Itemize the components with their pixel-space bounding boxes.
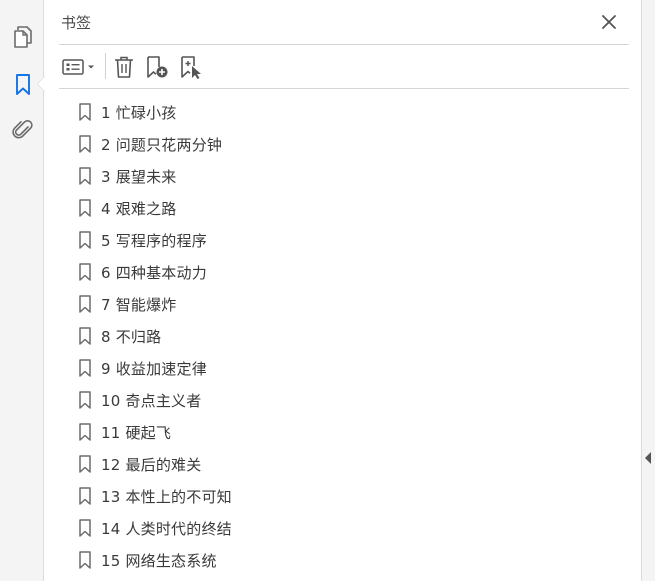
bookmark-icon [79, 231, 91, 249]
bookmark-label: 3 展望未来 [101, 168, 177, 186]
bookmark-icon [79, 295, 91, 313]
bookmark-item[interactable]: 13 本性上的不可知 [45, 480, 641, 512]
bookmark-label: 2 问题只花两分钟 [101, 136, 223, 154]
bookmark-label: 10 奇点主义者 [101, 392, 202, 410]
bookmark-icon [79, 263, 91, 281]
toolbar-separator [105, 53, 106, 79]
bookmark-item[interactable]: 5 写程序的程序 [45, 224, 641, 256]
bookmark-item[interactable]: 14 人类时代的终结 [45, 512, 641, 544]
bookmark-icon [79, 103, 91, 121]
new-bookmark-button[interactable] [145, 55, 169, 79]
bookmark-item[interactable]: 7 智能爆炸 [45, 288, 641, 320]
bookmark-label: 15 网络生态系统 [101, 552, 217, 570]
pages-icon [14, 26, 32, 48]
bookmark-label: 4 艰难之路 [101, 200, 177, 218]
bookmarks-panel: 书签 1 忙碌小孩 2 问题只花两分钟 3 展望未来 4 艰难之路 5 写程序的… [45, 0, 641, 581]
bookmark-item[interactable]: 4 艰难之路 [45, 192, 641, 224]
bookmark-label: 14 人类时代的终结 [101, 520, 232, 538]
right-pane-strip [641, 0, 655, 581]
options-menu-button[interactable] [61, 55, 97, 79]
bookmark-item[interactable]: 15 网络生态系统 [45, 544, 641, 576]
attachment-icon [12, 120, 33, 139]
bookmark-item[interactable]: 8 不归路 [45, 320, 641, 352]
expand-right-pane-icon[interactable] [645, 452, 651, 464]
bookmark-item[interactable]: 10 奇点主义者 [45, 384, 641, 416]
bookmark-label: 5 写程序的程序 [101, 232, 207, 250]
bookmarks-app: 书签 1 忙碌小孩 2 问题只花两分钟 3 展望未来 4 艰难之路 5 写程序的… [0, 0, 655, 581]
bookmark-icon [79, 487, 91, 505]
bookmark-item[interactable]: 2 问题只花两分钟 [45, 128, 641, 160]
bookmark-icon [79, 391, 91, 409]
bookmark-label: 1 忙碌小孩 [101, 104, 177, 122]
panel-header: 书签 [59, 0, 629, 45]
bookmark-label: 13 本性上的不可知 [101, 488, 232, 506]
bookmarks-toolbar [59, 45, 629, 89]
bookmark-item[interactable]: 3 展望未来 [45, 160, 641, 192]
new-bookmark-icon [147, 56, 168, 78]
bookmark-icon [79, 519, 91, 537]
close-icon [602, 15, 616, 29]
bookmark-icon [79, 167, 91, 185]
bookmark-icon [79, 327, 91, 345]
bookmark-label: 12 最后的难关 [101, 456, 202, 474]
bookmark-icon [79, 135, 91, 153]
delete-bookmark-icon [115, 56, 133, 78]
new-bookmark-from-structure-button[interactable] [179, 55, 203, 79]
bookmark-item[interactable]: 11 硬起飞 [45, 416, 641, 448]
bookmark-item[interactable]: 12 最后的难关 [45, 448, 641, 480]
bookmark-item[interactable]: 1 忙碌小孩 [45, 96, 641, 128]
delete-bookmark-button[interactable] [113, 55, 135, 79]
bookmark-icon [79, 359, 91, 377]
bookmark-label: 7 智能爆炸 [101, 296, 177, 314]
bookmarks-button[interactable] [10, 72, 36, 98]
close-panel-button[interactable] [599, 12, 619, 32]
bookmark-label: 8 不归路 [101, 328, 162, 346]
bookmark-label: 9 收益加速定律 [101, 360, 207, 378]
bookmark-icon [79, 551, 91, 569]
bookmark-icon [79, 423, 91, 441]
attachments-button[interactable] [10, 117, 36, 143]
bookmark-icon [79, 455, 91, 473]
active-pointer [38, 76, 45, 92]
page-thumbnails-button[interactable] [10, 24, 36, 50]
bookmark-icon [16, 74, 30, 95]
bookmark-icon [79, 199, 91, 217]
new-bookmark-from-structure-icon [181, 56, 201, 79]
bookmark-item[interactable]: 6 四种基本动力 [45, 256, 641, 288]
panel-title: 书签 [61, 14, 92, 32]
bookmark-list: 1 忙碌小孩 2 问题只花两分钟 3 展望未来 4 艰难之路 5 写程序的程序 [45, 96, 641, 576]
bookmark-item[interactable]: 9 收益加速定律 [45, 352, 641, 384]
options-menu-icon [62, 59, 94, 75]
bookmark-label: 11 硬起飞 [101, 424, 172, 442]
bookmark-label: 6 四种基本动力 [101, 264, 207, 282]
